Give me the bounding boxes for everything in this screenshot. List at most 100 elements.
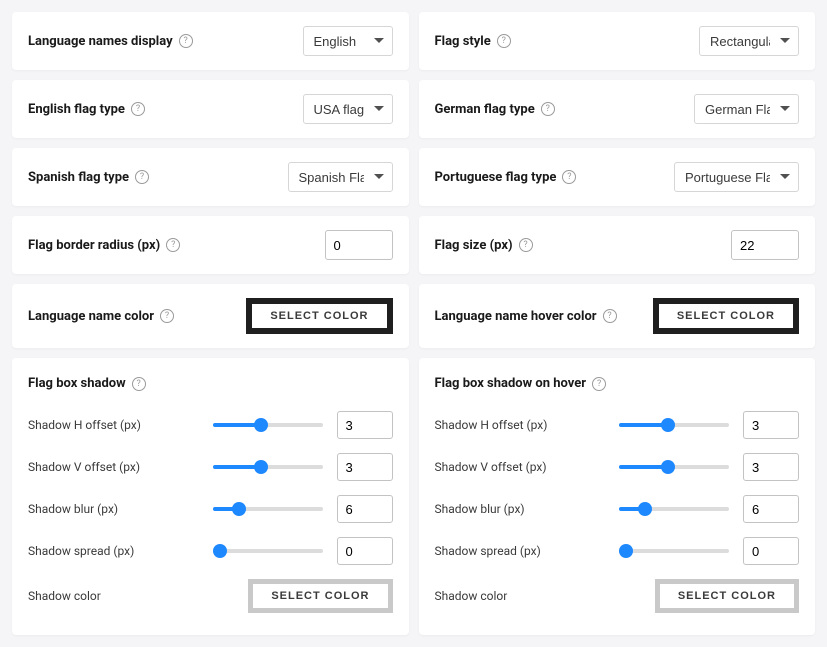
- flag-style-select[interactable]: Rectangular: [699, 26, 799, 56]
- slider-wrap: [158, 411, 393, 439]
- shadow-hover-blur-row: Shadow blur (px): [435, 495, 800, 523]
- flag-style-card: Flag style ? Rectangular: [419, 12, 816, 70]
- slider-wrap: [158, 495, 393, 523]
- portuguese-flag-select[interactable]: Portuguese Flag: [674, 162, 799, 192]
- slider-wrap: [565, 495, 800, 523]
- slider-wrap: [565, 411, 800, 439]
- flag-border-radius-card: Flag border radius (px) ?: [12, 216, 409, 274]
- flag-box-shadow-hover-card: Flag box shadow on hover ? Shadow H offs…: [419, 358, 816, 635]
- german-flag-select[interactable]: German Flag: [694, 94, 799, 124]
- help-icon[interactable]: ?: [541, 102, 555, 116]
- shadow-hover-spread-row: Shadow spread (px): [435, 537, 800, 565]
- shadow-spread-slider[interactable]: [213, 549, 323, 553]
- shadow-hover-blur-slider[interactable]: [619, 507, 729, 511]
- shadow-hover-h-offset-row: Shadow H offset (px): [435, 411, 800, 439]
- help-icon[interactable]: ?: [519, 238, 533, 252]
- settings-grid: Language names display ? English Flag st…: [12, 12, 815, 635]
- shadow-spread-input[interactable]: [337, 537, 393, 565]
- spanish-flag-card: Spanish flag type ? Spanish Flag: [12, 148, 409, 206]
- shadow-hover-spread-slider[interactable]: [619, 549, 729, 553]
- label-text: Language names display: [28, 34, 173, 49]
- help-icon[interactable]: ?: [135, 170, 149, 184]
- english-flag-card: English flag type ? USA flag: [12, 80, 409, 138]
- shadow-v-offset-row: Shadow V offset (px): [28, 453, 393, 481]
- help-icon[interactable]: ?: [562, 170, 576, 184]
- help-icon[interactable]: ?: [131, 102, 145, 116]
- slider-wrap: [565, 453, 800, 481]
- help-icon[interactable]: ?: [497, 34, 511, 48]
- flag-box-shadow-hover-title: Flag box shadow on hover ?: [435, 376, 800, 391]
- shadow-hover-blur-input[interactable]: [743, 495, 799, 523]
- shadow-h-offset-row: Shadow H offset (px): [28, 411, 393, 439]
- lang-names-display-card: Language names display ? English: [12, 12, 409, 70]
- help-icon[interactable]: ?: [132, 377, 146, 391]
- label-text: Flag border radius (px): [28, 238, 160, 253]
- help-icon[interactable]: ?: [160, 309, 174, 323]
- flag-border-radius-label: Flag border radius (px) ?: [28, 238, 180, 253]
- help-icon[interactable]: ?: [179, 34, 193, 48]
- shadow-hover-spread-input[interactable]: [743, 537, 799, 565]
- label-text: German flag type: [435, 102, 535, 117]
- shadow-v-offset-label: Shadow V offset (px): [28, 460, 148, 474]
- shadow-hover-h-offset-input[interactable]: [743, 411, 799, 439]
- portuguese-flag-card: Portuguese flag type ? Portuguese Flag: [419, 148, 816, 206]
- lang-name-hover-color-card: Language name hover color ? SELECT COLOR: [419, 284, 816, 348]
- label-text: Flag style: [435, 34, 491, 49]
- help-icon[interactable]: ?: [603, 309, 617, 323]
- shadow-color-label: Shadow color: [28, 589, 148, 603]
- label-text: Language name color: [28, 309, 154, 324]
- shadow-hover-h-offset-label: Shadow H offset (px): [435, 418, 555, 432]
- portuguese-flag-label: Portuguese flag type ?: [435, 170, 577, 185]
- shadow-h-offset-input[interactable]: [337, 411, 393, 439]
- shadow-hover-v-offset-label: Shadow V offset (px): [435, 460, 555, 474]
- german-flag-label: German flag type ?: [435, 102, 555, 117]
- shadow-v-offset-slider[interactable]: [213, 465, 323, 469]
- shadow-blur-input[interactable]: [337, 495, 393, 523]
- english-flag-select[interactable]: USA flag: [303, 94, 393, 124]
- spanish-flag-select[interactable]: Spanish Flag: [288, 162, 393, 192]
- spanish-flag-label: Spanish flag type ?: [28, 170, 149, 185]
- label-text: English flag type: [28, 102, 125, 117]
- flag-border-radius-input[interactable]: [325, 230, 393, 260]
- shadow-h-offset-slider[interactable]: [213, 423, 323, 427]
- label-text: Spanish flag type: [28, 170, 129, 185]
- lang-name-color-button[interactable]: SELECT COLOR: [246, 298, 392, 334]
- shadow-blur-row: Shadow blur (px): [28, 495, 393, 523]
- shadow-hover-color-button[interactable]: SELECT COLOR: [655, 579, 799, 613]
- label-text: Portuguese flag type: [435, 170, 557, 185]
- shadow-hover-v-offset-slider[interactable]: [619, 465, 729, 469]
- shadow-blur-slider[interactable]: [213, 507, 323, 511]
- shadow-color-button[interactable]: SELECT COLOR: [248, 579, 392, 613]
- lang-names-display-select[interactable]: English: [303, 26, 393, 56]
- shadow-hover-h-offset-slider[interactable]: [619, 423, 729, 427]
- lang-name-hover-color-label: Language name hover color ?: [435, 309, 617, 324]
- lang-name-color-label: Language name color ?: [28, 309, 174, 324]
- flag-style-label: Flag style ?: [435, 34, 511, 49]
- shadow-v-offset-input[interactable]: [337, 453, 393, 481]
- shadow-color-row: Shadow color SELECT COLOR: [28, 579, 393, 613]
- label-text: Flag box shadow on hover: [435, 376, 587, 391]
- shadow-spread-label: Shadow spread (px): [28, 544, 148, 558]
- flag-size-label: Flag size (px) ?: [435, 238, 533, 253]
- shadow-blur-label: Shadow blur (px): [28, 502, 148, 516]
- shadow-hover-color-label: Shadow color: [435, 589, 555, 603]
- flag-box-shadow-title: Flag box shadow ?: [28, 376, 393, 391]
- slider-wrap: [158, 537, 393, 565]
- shadow-hover-v-offset-input[interactable]: [743, 453, 799, 481]
- slider-wrap: [158, 453, 393, 481]
- english-flag-label: English flag type ?: [28, 102, 145, 117]
- slider-wrap: [565, 537, 800, 565]
- flag-size-card: Flag size (px) ?: [419, 216, 816, 274]
- label-text: Flag size (px): [435, 238, 513, 253]
- help-icon[interactable]: ?: [592, 377, 606, 391]
- flag-size-input[interactable]: [731, 230, 799, 260]
- shadow-hover-spread-label: Shadow spread (px): [435, 544, 555, 558]
- shadow-hover-v-offset-row: Shadow V offset (px): [435, 453, 800, 481]
- flag-box-shadow-card: Flag box shadow ? Shadow H offset (px) S…: [12, 358, 409, 635]
- label-text: Flag box shadow: [28, 376, 126, 391]
- help-icon[interactable]: ?: [166, 238, 180, 252]
- lang-name-color-card: Language name color ? SELECT COLOR: [12, 284, 409, 348]
- lang-name-hover-color-button[interactable]: SELECT COLOR: [653, 298, 799, 334]
- shadow-hover-color-row: Shadow color SELECT COLOR: [435, 579, 800, 613]
- shadow-spread-row: Shadow spread (px): [28, 537, 393, 565]
